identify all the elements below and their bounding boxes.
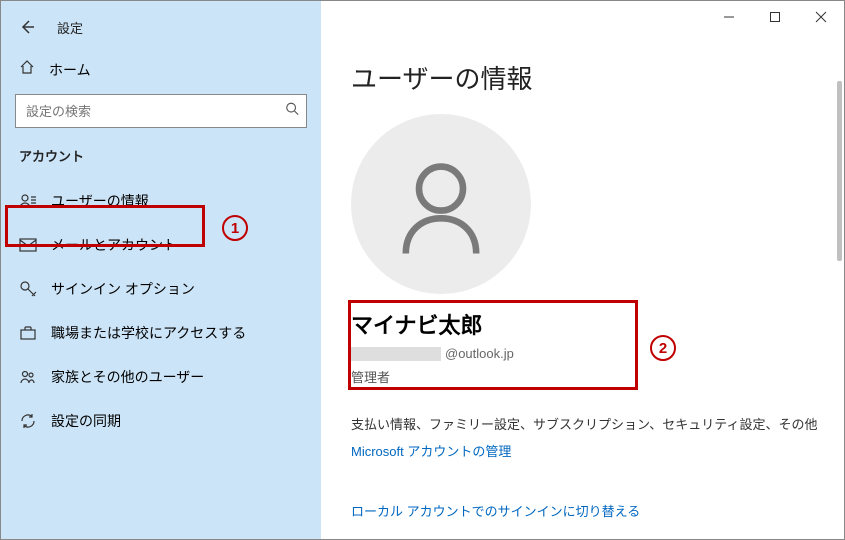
- user-role: 管理者: [351, 367, 844, 386]
- user-detail-icon: [19, 192, 37, 210]
- sidebar-item-label: 職場または学校にアクセスする: [51, 323, 246, 343]
- page-title: ユーザーの情報: [351, 59, 844, 96]
- user-email: @outlook.jp: [351, 346, 844, 361]
- sidebar-item-label: メールとアカウント: [51, 235, 177, 255]
- email-masked-part: [351, 347, 441, 361]
- home-icon: [19, 59, 35, 80]
- sidebar-item-email[interactable]: メールとアカウント: [1, 223, 321, 267]
- sidebar-item-label: サインイン オプション: [51, 279, 195, 299]
- sidebar-item-your-info[interactable]: ユーザーの情報: [1, 179, 321, 223]
- switch-local-account-link[interactable]: ローカル アカウントでのサインインに切り替える: [351, 501, 640, 520]
- sync-icon: [19, 412, 37, 430]
- settings-window: 設定 ホーム アカウント ユーザーの情報 メールとアカウント: [0, 0, 845, 540]
- user-name: マイナビ太郎: [351, 308, 844, 340]
- avatar: [351, 114, 531, 294]
- content-pane: ユーザーの情報 マイナビ太郎 @outlook.jp 管理者 支払い情報、ファミ…: [321, 1, 844, 539]
- sidebar-item-label: 家族とその他のユーザー: [51, 367, 204, 387]
- mail-icon: [19, 236, 37, 254]
- sidebar-item-label: ユーザーの情報: [51, 191, 149, 211]
- search-icon: [285, 102, 299, 121]
- sidebar-item-signin-options[interactable]: サインイン オプション: [1, 267, 321, 311]
- search-input[interactable]: [15, 94, 307, 128]
- sidebar-item-family[interactable]: 家族とその他のユーザー: [1, 355, 321, 399]
- minimize-button[interactable]: [706, 1, 752, 33]
- people-icon: [19, 368, 37, 386]
- sidebar-group-label: アカウント: [1, 146, 321, 179]
- titlebar: 設定: [1, 9, 321, 53]
- search-box[interactable]: [15, 94, 307, 128]
- close-button[interactable]: [798, 1, 844, 33]
- maximize-button[interactable]: [752, 1, 798, 33]
- back-button[interactable]: [15, 15, 39, 39]
- manage-ms-account-link[interactable]: Microsoft アカウントの管理: [351, 441, 511, 460]
- sidebar: 設定 ホーム アカウント ユーザーの情報 メールとアカウント: [1, 1, 321, 539]
- window-title: 設定: [57, 18, 83, 37]
- home-nav[interactable]: ホーム: [1, 53, 321, 94]
- window-controls: [706, 1, 844, 33]
- account-description: 支払い情報、ファミリー設定、サブスクリプション、セキュリティ設定、その他: [351, 414, 844, 433]
- email-domain: @outlook.jp: [445, 346, 514, 361]
- briefcase-icon: [19, 324, 37, 342]
- sidebar-item-label: 設定の同期: [51, 411, 121, 431]
- home-label: ホーム: [49, 60, 91, 80]
- sidebar-item-work-school[interactable]: 職場または学校にアクセスする: [1, 311, 321, 355]
- scrollbar[interactable]: [837, 81, 842, 261]
- sidebar-item-sync[interactable]: 設定の同期: [1, 399, 321, 443]
- key-icon: [19, 280, 37, 298]
